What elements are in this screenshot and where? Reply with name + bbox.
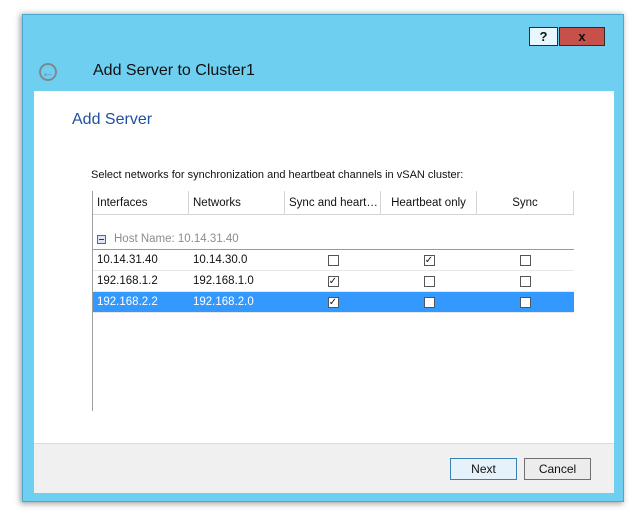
sync-and-heartbeat-cell: ✓: [285, 271, 381, 292]
heartbeat-only-cell: [381, 271, 477, 292]
interface-cell: 192.168.1.2: [97, 275, 158, 287]
dialog-title: Add Server to Cluster1: [93, 62, 255, 79]
table-row[interactable]: 192.168.1.2 192.168.1.0 ✓: [93, 271, 574, 292]
network-cell: 192.168.2.0: [193, 296, 254, 308]
instructions-text: Select networks for synchronization and …: [91, 169, 464, 181]
sync-cell: [477, 250, 574, 271]
network-cell: 10.14.30.0: [193, 254, 248, 266]
sync-checkbox[interactable]: [520, 276, 531, 287]
dialog-footer: Next Cancel: [34, 443, 614, 493]
host-group-row[interactable]: Host Name: 10.14.31.40: [93, 229, 574, 250]
content-panel: Add Server Select networks for synchroni…: [34, 91, 614, 493]
column-header-interfaces[interactable]: Interfaces: [93, 191, 189, 215]
column-header-sync[interactable]: Sync: [477, 191, 574, 215]
section-title: Add Server: [72, 111, 153, 128]
heartbeat-only-cell: [381, 292, 477, 313]
grid-header: Interfaces Networks Sync and heart… Hear…: [93, 191, 574, 215]
interface-cell: 192.168.2.2: [97, 296, 158, 308]
sync-cell: [477, 292, 574, 313]
column-header-heartbeat-only[interactable]: Heartbeat only: [381, 191, 477, 215]
heartbeat-only-checkbox[interactable]: [423, 276, 435, 287]
table-row[interactable]: 10.14.31.40 10.14.30.0 ✓: [93, 250, 574, 271]
sync-and-heartbeat-checkbox[interactable]: ✓: [327, 276, 339, 287]
heartbeat-only-checkbox[interactable]: ✓: [423, 255, 435, 266]
sync-checkbox[interactable]: [520, 255, 531, 266]
heartbeat-only-cell: ✓: [381, 250, 477, 271]
dialog-window: ? x ← Add Server to Cluster1 Add Server …: [22, 14, 624, 502]
next-button[interactable]: Next: [450, 458, 517, 480]
sync-and-heartbeat-cell: [285, 250, 381, 271]
host-group-label: Host Name: 10.14.31.40: [114, 233, 239, 245]
sync-and-heartbeat-checkbox[interactable]: ✓: [327, 297, 339, 308]
cancel-button[interactable]: Cancel: [524, 458, 591, 480]
close-button[interactable]: x: [559, 27, 605, 46]
back-arrow-icon[interactable]: ←: [39, 63, 57, 81]
grid-rows: 10.14.31.40 10.14.30.0 ✓ 192.168.1.2 192…: [93, 250, 574, 313]
network-cell: 192.168.1.0: [193, 275, 254, 287]
help-button[interactable]: ?: [529, 27, 558, 46]
sync-and-heartbeat-cell: ✓: [285, 292, 381, 313]
sync-and-heartbeat-checkbox[interactable]: [327, 255, 339, 266]
column-header-networks[interactable]: Networks: [189, 191, 285, 215]
heartbeat-only-checkbox[interactable]: [423, 297, 435, 308]
collapse-minus-icon[interactable]: [97, 234, 106, 244]
sync-checkbox[interactable]: [520, 297, 531, 308]
networks-grid: Interfaces Networks Sync and heart… Hear…: [92, 191, 574, 411]
table-row-selected[interactable]: 192.168.2.2 192.168.2.0 ✓: [93, 292, 574, 313]
sync-cell: [477, 271, 574, 292]
interface-cell: 10.14.31.40: [97, 254, 158, 266]
column-header-sync-and-heartbeat[interactable]: Sync and heart…: [285, 191, 381, 215]
